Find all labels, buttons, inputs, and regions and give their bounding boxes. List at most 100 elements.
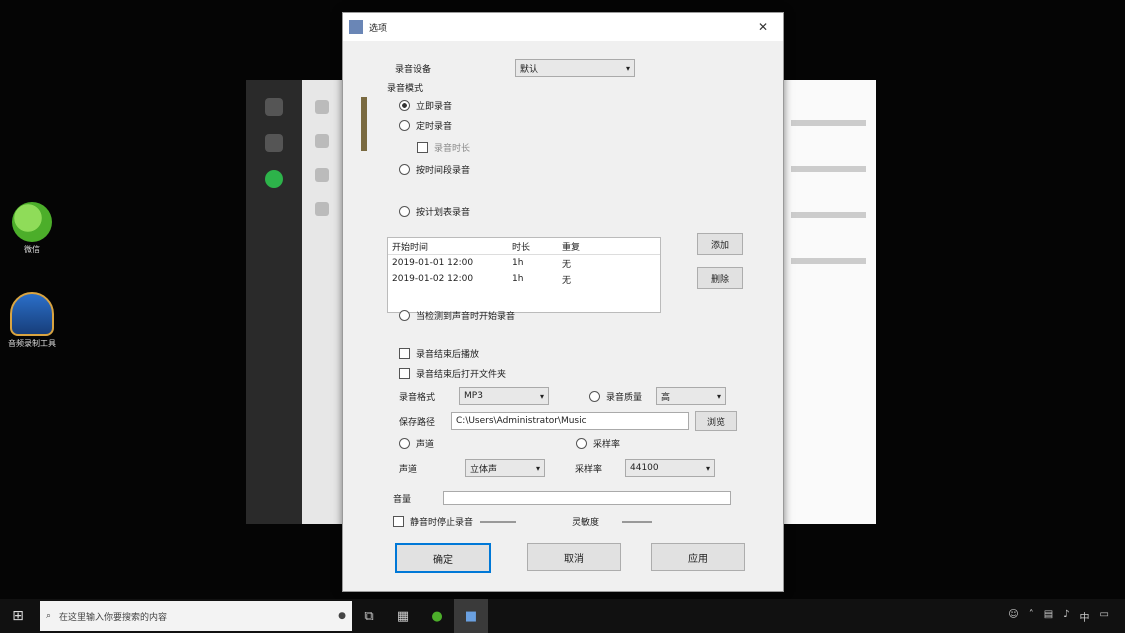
- quality-radio[interactable]: [589, 390, 600, 402]
- placeholder-line: [791, 212, 866, 218]
- apply-button[interactable]: 应用: [651, 543, 745, 571]
- open-folder-checkbox[interactable]: [399, 368, 410, 379]
- column-header: 开始时间: [392, 242, 429, 253]
- radio-schedule[interactable]: [399, 206, 410, 217]
- channel-label: 声道: [416, 440, 435, 450]
- option-label: 当检测到声音时开始录音: [416, 312, 516, 322]
- recorder-app-icon: [10, 292, 54, 336]
- format-value: MP3: [464, 391, 483, 401]
- option-label: 按时间段录音: [416, 166, 471, 176]
- channel-value: 立体声: [470, 464, 498, 475]
- dialog-titlebar[interactable]: 选项 ✕: [343, 13, 783, 41]
- option-period[interactable]: 按时间段录音: [399, 163, 470, 176]
- browse-button[interactable]: 浏览: [695, 411, 737, 431]
- device-value: 默认: [520, 64, 539, 75]
- chevron-down-icon: ▾: [539, 391, 544, 401]
- format-select[interactable]: MP3 ▾: [459, 387, 549, 405]
- option-label: 按计划表录音: [416, 208, 471, 218]
- column-header: 重复: [562, 242, 581, 253]
- volume-label: 音量: [393, 494, 412, 505]
- column-header: 时长: [512, 242, 531, 253]
- quality-value: 高: [661, 392, 671, 403]
- volume-bar[interactable]: [443, 491, 731, 505]
- schedule-table[interactable]: 开始时间 时长 重复 2019-01-01 12:00 1h 无 2019-01…: [387, 237, 661, 313]
- windows-start-icon[interactable]: ⊞: [0, 608, 36, 624]
- background-sidebar: [246, 80, 302, 524]
- ime-icon[interactable]: 中: [1080, 609, 1090, 624]
- store-icon[interactable]: ▦: [386, 599, 420, 633]
- radio-timer[interactable]: [399, 120, 410, 131]
- chevron-down-icon: ▾: [705, 463, 710, 473]
- add-button[interactable]: 添加: [697, 233, 743, 255]
- table-cell: 2019-01-02 12:00: [392, 274, 474, 284]
- option-timer[interactable]: 定时录音: [399, 119, 452, 132]
- chevron-down-icon: ▾: [716, 391, 721, 401]
- volume-icon[interactable]: ♪: [1063, 609, 1069, 624]
- channel-select[interactable]: 立体声 ▾: [465, 459, 545, 477]
- radio-period[interactable]: [399, 164, 410, 175]
- app-icon: [349, 20, 363, 34]
- rate-value: 44100: [630, 463, 659, 473]
- desktop-icon-wechat[interactable]: 微信: [0, 202, 64, 255]
- dialog-title: 选项: [369, 23, 388, 34]
- network-icon[interactable]: ▤: [1044, 609, 1053, 624]
- recorder-taskbar-icon[interactable]: ■: [454, 599, 488, 633]
- chevron-up-icon[interactable]: ˄: [1029, 609, 1034, 624]
- cancel-button[interactable]: 取消: [527, 543, 621, 571]
- avatar: [265, 98, 283, 116]
- device-select[interactable]: 默认 ▾: [515, 59, 635, 77]
- wechat-taskbar-icon[interactable]: ●: [420, 599, 454, 633]
- option-schedule[interactable]: 按计划表录音: [399, 205, 470, 218]
- table-row[interactable]: 2019-01-01 12:00 1h 无: [388, 255, 660, 271]
- table-cell: 1h: [512, 258, 524, 268]
- remove-button[interactable]: 删除: [697, 267, 743, 289]
- radio-voice-trigger[interactable]: [399, 310, 410, 321]
- list-icon: [315, 100, 329, 114]
- duration-checkbox[interactable]: [417, 142, 428, 153]
- mode-label: 录音模式: [387, 84, 424, 94]
- background-panel: [780, 80, 876, 524]
- desktop-icon-label: 音频录制工具: [8, 339, 56, 348]
- ok-button[interactable]: 确定: [395, 543, 491, 573]
- rate-label: 采样率: [593, 440, 621, 450]
- sensitivity-slider[interactable]: [622, 520, 652, 523]
- save-path-input[interactable]: C:\Users\Administrator\Music: [451, 412, 689, 430]
- radio-immediate[interactable]: [399, 100, 410, 111]
- option-voice-trigger[interactable]: 当检测到声音时开始录音: [399, 309, 515, 322]
- rate-radio[interactable]: [576, 438, 587, 449]
- play-after-checkbox[interactable]: [399, 348, 410, 359]
- rate-select[interactable]: 44100 ▾: [625, 459, 715, 477]
- channel-radio[interactable]: [399, 438, 410, 449]
- notification-icon[interactable]: ▭: [1100, 609, 1109, 624]
- check-play-after[interactable]: 录音结束后播放: [399, 347, 479, 360]
- close-icon[interactable]: ✕: [749, 20, 777, 34]
- desktop-icon-recorder[interactable]: 音频录制工具: [0, 292, 64, 349]
- chat-icon: [265, 134, 283, 152]
- option-label: 立即录音: [416, 102, 453, 112]
- save-path-value: C:\Users\Administrator\Music: [456, 416, 587, 426]
- taskbar-search[interactable]: ⌕ 在这里输入你要搜索的内容 ●: [40, 601, 352, 631]
- table-row[interactable]: 2019-01-02 12:00 1h 无: [388, 271, 660, 287]
- taskbar: ⊞ ⌕ 在这里输入你要搜索的内容 ● ⧉ ▦ ● ■ ☺ ˄ ▤ ♪ 中 ▭: [0, 599, 1125, 633]
- check-open-folder[interactable]: 录音结束后打开文件夹: [399, 367, 506, 380]
- option-immediate[interactable]: 立即录音: [399, 99, 452, 112]
- task-view-icon[interactable]: ⧉: [352, 599, 386, 633]
- table-cell: 2019-01-01 12:00: [392, 258, 474, 268]
- device-label: 录音设备: [395, 64, 432, 75]
- auto-stop-checkbox[interactable]: [393, 516, 404, 527]
- chevron-down-icon: ▾: [535, 463, 540, 473]
- table-cell: 无: [562, 275, 572, 286]
- auto-stop-slider[interactable]: [480, 520, 516, 523]
- wechat-icon: [12, 202, 52, 242]
- format-label: 录音格式: [399, 392, 436, 403]
- quality-select[interactable]: 高 ▾: [656, 387, 726, 405]
- duration-label: 录音时长: [434, 144, 471, 154]
- system-tray: ☺ ˄ ▤ ♪ 中 ▭: [1008, 609, 1125, 624]
- list-icon: [315, 202, 329, 216]
- search-input[interactable]: 在这里输入你要搜索的内容: [59, 610, 338, 623]
- microphone-icon[interactable]: ●: [338, 611, 346, 621]
- table-cell: 无: [562, 259, 572, 270]
- search-icon: ⌕: [46, 611, 52, 621]
- list-icon: [315, 168, 329, 182]
- person-icon[interactable]: ☺: [1008, 609, 1018, 624]
